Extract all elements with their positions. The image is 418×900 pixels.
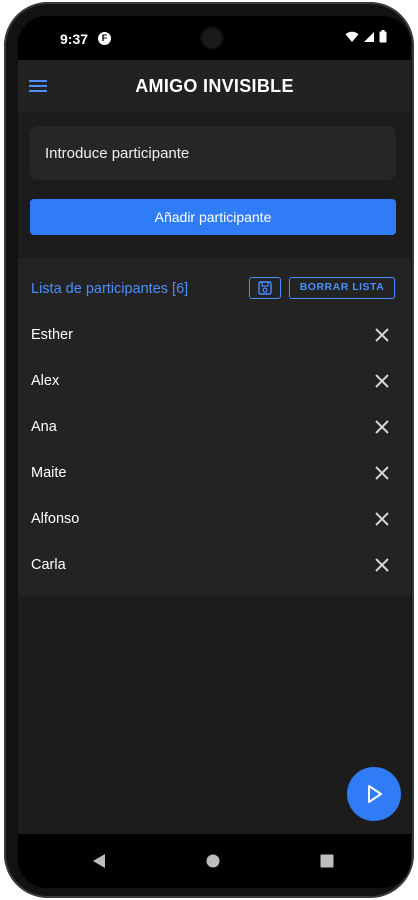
clear-list-button[interactable]: BORRAR LISTA bbox=[289, 277, 395, 299]
remove-participant-close-icon[interactable] bbox=[374, 327, 390, 343]
status-bar: 9:37 F bbox=[18, 16, 411, 60]
participant-row: Alfonso bbox=[18, 496, 411, 542]
cellular-signal-icon bbox=[364, 31, 374, 42]
nav-back-button[interactable] bbox=[87, 849, 111, 873]
home-circle-icon bbox=[206, 854, 220, 868]
participant-input[interactable] bbox=[30, 126, 396, 180]
participant-list-header: Lista de participantes [6] bbox=[31, 281, 189, 297]
participant-list: Esther Alex Ana Maite Alfonso Carla bbox=[18, 312, 411, 588]
app-bar: AMIGO INVISIBLE bbox=[18, 60, 411, 112]
back-triangle-icon bbox=[93, 854, 105, 868]
start-draw-fab[interactable] bbox=[347, 767, 401, 821]
participant-name: Ana bbox=[31, 419, 57, 435]
participant-name: Alex bbox=[31, 373, 60, 389]
participant-row: Maite bbox=[18, 450, 411, 496]
participant-row: Alex bbox=[18, 358, 411, 404]
notification-app-icon: F bbox=[98, 32, 111, 45]
participant-row: Carla bbox=[18, 542, 411, 588]
navigation-bar bbox=[18, 834, 411, 888]
remove-participant-close-icon[interactable] bbox=[374, 557, 390, 573]
participant-name: Carla bbox=[31, 557, 66, 573]
app-title: AMIGO INVISIBLE bbox=[135, 76, 294, 96]
save-list-button[interactable] bbox=[249, 277, 281, 299]
nav-home-button[interactable] bbox=[201, 849, 225, 873]
participant-row: Ana bbox=[18, 404, 411, 450]
status-icons bbox=[345, 30, 387, 43]
remove-participant-close-icon[interactable] bbox=[374, 373, 390, 389]
participant-name: Esther bbox=[31, 327, 73, 343]
phone-frame: 9:37 F AMIGO INVISIBLE Introduce partici… bbox=[4, 2, 414, 898]
screen: 9:37 F AMIGO INVISIBLE Introduce partici… bbox=[18, 16, 411, 888]
front-camera bbox=[202, 28, 222, 48]
remove-participant-close-icon[interactable] bbox=[374, 419, 390, 435]
wifi-icon bbox=[345, 31, 359, 42]
save-icon bbox=[258, 281, 272, 295]
add-participant-button[interactable]: Añadir participante bbox=[30, 199, 396, 235]
participant-list-card: Lista de participantes [6] BORRAR LISTA … bbox=[18, 258, 411, 596]
battery-icon bbox=[379, 30, 387, 43]
participant-name: Alfonso bbox=[31, 511, 80, 527]
nav-recents-button[interactable] bbox=[315, 849, 339, 873]
recents-square-icon bbox=[320, 854, 334, 868]
remove-participant-close-icon[interactable] bbox=[374, 511, 390, 527]
participant-row: Esther bbox=[18, 312, 411, 358]
play-icon bbox=[368, 785, 382, 803]
participant-input-container bbox=[30, 126, 396, 180]
remove-participant-close-icon[interactable] bbox=[374, 465, 390, 481]
participant-name: Maite bbox=[31, 465, 67, 481]
status-time: 9:37 bbox=[60, 31, 89, 47]
